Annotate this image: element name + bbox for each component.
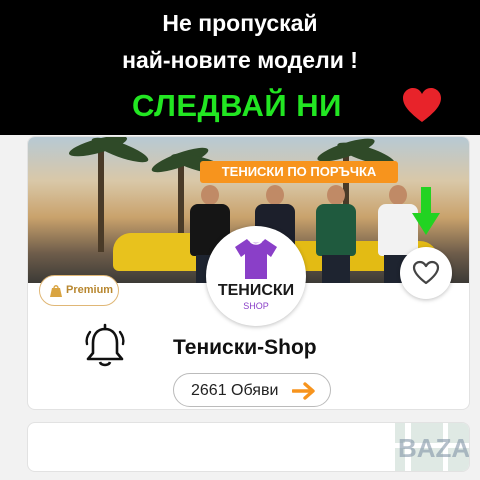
- arrow-down-icon: [412, 187, 440, 235]
- bag-icon: [50, 285, 62, 297]
- tshirt-icon: [235, 239, 277, 279]
- heart-icon: [403, 88, 441, 122]
- watermark-logo: BAZAR: [398, 433, 470, 463]
- shop-name: Тениски-Shop: [173, 336, 317, 359]
- bell-icon[interactable]: [84, 323, 126, 369]
- banner-line-2: най-новите модели !: [122, 47, 358, 73]
- premium-label: Premium: [66, 284, 114, 296]
- heart-outline-icon: [412, 260, 440, 285]
- banner-line-1: Не пропускай: [162, 10, 318, 36]
- secondary-card: BAZAR: [27, 422, 470, 472]
- premium-badge: Premium: [39, 275, 119, 306]
- logo-subtitle: SHOP: [243, 301, 269, 311]
- logo-title: ТЕНИСКИ: [217, 282, 295, 299]
- shop-profile-card: ТЕНИСКИ ПО ПОРЪЧКА ТЕНИСКИ SHOP Premium: [27, 136, 470, 410]
- shop-logo[interactable]: ТЕНИСКИ SHOP: [206, 226, 306, 326]
- promo-banner: Не пропускай най-новите модели ! СЛЕДВАЙ…: [0, 0, 480, 135]
- listings-count: 2661 Обяви: [191, 382, 279, 399]
- model-person: [314, 185, 358, 283]
- cover-promo-label: ТЕНИСКИ ПО ПОРЪЧКА: [200, 161, 398, 183]
- arrow-right-icon: [292, 382, 315, 400]
- favorite-button[interactable]: [400, 247, 452, 299]
- follow-us-text: СЛЕДВАЙ НИ: [132, 88, 342, 123]
- listings-button[interactable]: 2661 Обяви: [173, 373, 331, 407]
